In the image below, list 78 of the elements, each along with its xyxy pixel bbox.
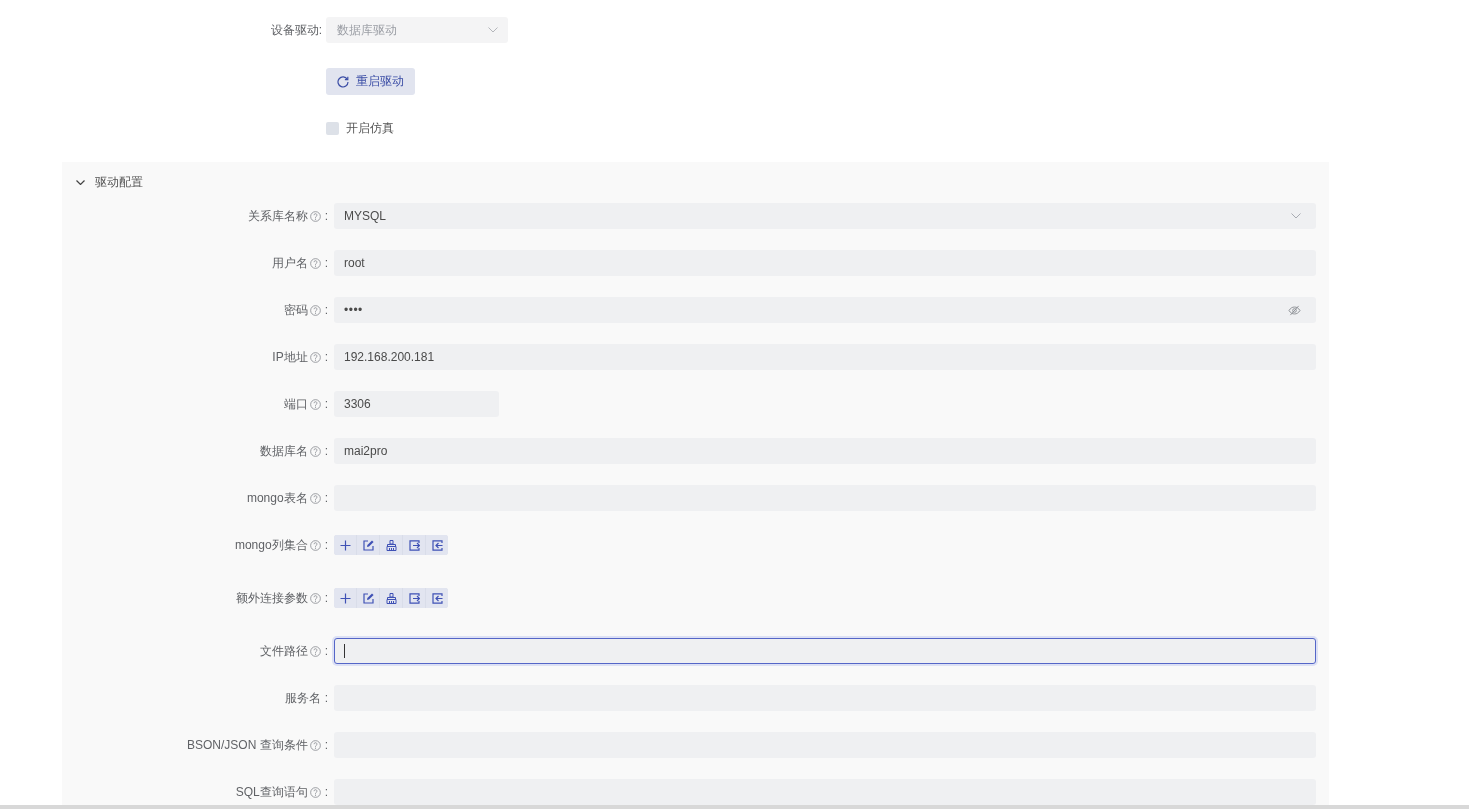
restart-button[interactable]: 重启驱动 [326, 68, 415, 95]
chevron-down-icon [488, 27, 498, 33]
password-field[interactable]: •••• [334, 297, 1316, 323]
field-label: 密码 [283, 301, 308, 319]
label-colon: : [324, 644, 328, 658]
help-icon[interactable] [309, 645, 321, 657]
label-colon: : [324, 444, 328, 458]
help-icon[interactable] [309, 257, 321, 269]
field-label: mongo表名 [246, 489, 308, 507]
checkbox[interactable] [326, 121, 339, 135]
box-arrow-right-icon [408, 592, 420, 604]
brush-button[interactable] [380, 588, 402, 608]
checkbox-label[interactable]: 开启仿真 [346, 119, 394, 137]
help-icon[interactable] [309, 592, 321, 604]
plus-icon [339, 539, 351, 551]
input-field[interactable]: mai2pro [334, 438, 1316, 464]
field-label: BSON/JSON 查询条件 [186, 736, 308, 754]
chevron-down-icon[interactable] [76, 179, 85, 185]
import-button[interactable] [426, 535, 448, 555]
help-icon[interactable] [309, 304, 321, 316]
add-button[interactable] [334, 588, 356, 608]
field-label: mongo列集合 [234, 536, 308, 554]
field-label: 数据库名 [259, 442, 308, 460]
export-button[interactable] [403, 588, 425, 608]
plus-icon [339, 592, 351, 604]
help-icon[interactable] [309, 210, 321, 222]
input-field[interactable] [334, 638, 1316, 664]
pencil-square-icon [362, 592, 374, 604]
label-colon: : [324, 738, 328, 752]
help-icon[interactable] [309, 398, 321, 410]
label-colon: : [324, 785, 328, 799]
field-label: SQL查询语句 [235, 783, 308, 801]
field-label: 额外连接参数 [235, 589, 308, 607]
edit-button[interactable] [357, 535, 379, 555]
label-colon: : [324, 303, 328, 317]
box-arrow-left-icon [431, 539, 443, 551]
field-label: IP地址 [272, 348, 308, 366]
field-label: 端口 [283, 395, 308, 413]
pencil-square-icon [362, 539, 374, 551]
text-cursor-icon [344, 644, 345, 658]
field-label: 关系库名称 [247, 207, 308, 225]
export-button[interactable] [403, 535, 425, 555]
input-field[interactable]: 3306 [334, 391, 499, 417]
import-button[interactable] [426, 588, 448, 608]
label-colon: : [324, 591, 328, 605]
edit-button[interactable] [357, 588, 379, 608]
help-icon[interactable] [309, 786, 321, 798]
brush-button[interactable] [380, 535, 402, 555]
label-colon: : [324, 350, 328, 364]
eye-slash-icon[interactable] [1288, 304, 1301, 316]
help-icon[interactable] [309, 539, 321, 551]
input-field[interactable]: root [334, 250, 1316, 276]
add-button[interactable] [334, 535, 356, 555]
brush-icon [385, 539, 397, 551]
field-label: 用户名 [271, 254, 308, 272]
label-colon: : [324, 538, 328, 552]
select-field[interactable]: MYSQL [334, 203, 1316, 229]
field-label: 设备驱动: [270, 21, 322, 39]
label-colon: : [324, 397, 328, 411]
help-icon[interactable] [309, 445, 321, 457]
box-arrow-left-icon [431, 592, 443, 604]
brush-icon [385, 592, 397, 604]
label-colon: : [324, 256, 328, 270]
refresh-icon [337, 75, 349, 88]
field-label: 服务名 [284, 689, 321, 707]
input-field[interactable]: 192.168.200.181 [334, 344, 1316, 370]
label-colon: : [324, 691, 328, 705]
chevron-down-icon [1291, 213, 1301, 219]
box-arrow-right-icon [408, 539, 420, 551]
help-icon[interactable] [309, 351, 321, 363]
help-icon[interactable] [309, 739, 321, 751]
label-colon: : [324, 491, 328, 505]
input-field[interactable] [334, 779, 1316, 805]
label-colon: : [324, 209, 328, 223]
section-title[interactable]: 驱动配置 [95, 173, 143, 191]
horizontal-scrollbar[interactable] [0, 805, 1469, 809]
field-label: 文件路径 [259, 642, 308, 660]
help-icon[interactable] [309, 492, 321, 504]
